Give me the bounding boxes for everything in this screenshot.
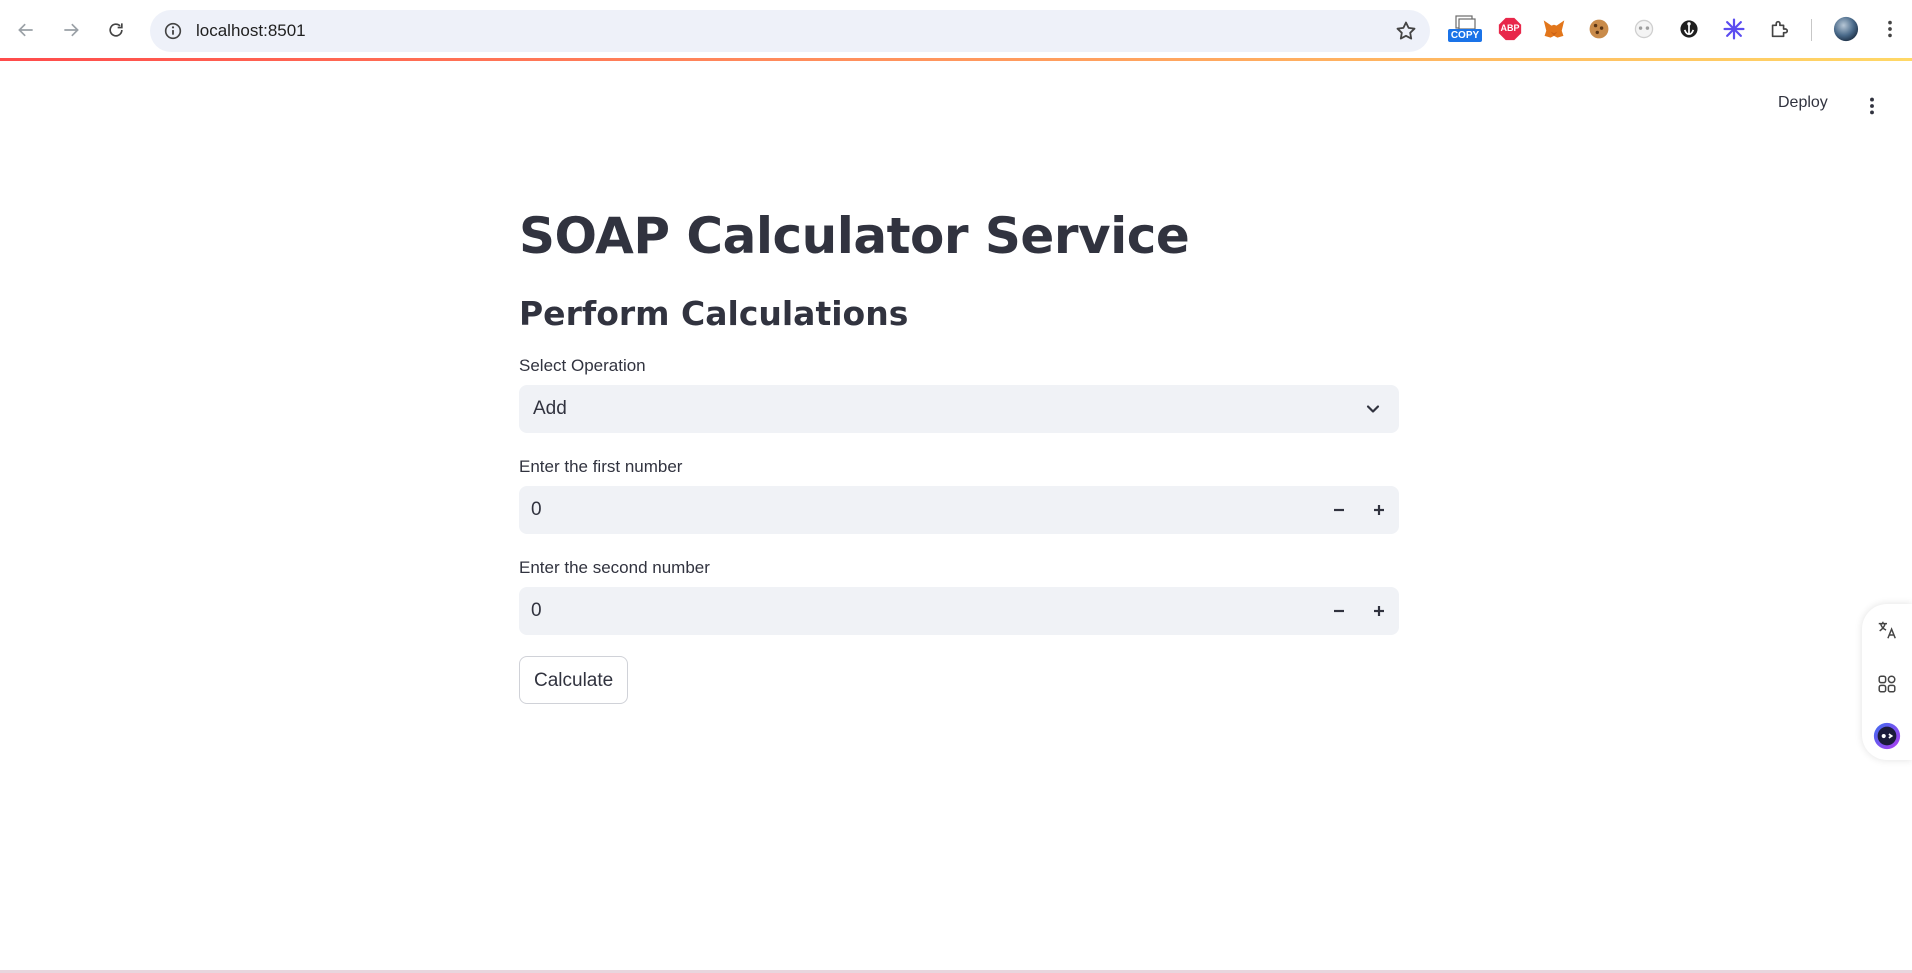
apps-button[interactable] (1871, 668, 1903, 700)
toolbar-divider (1811, 19, 1812, 41)
panda-extension[interactable] (1630, 15, 1658, 43)
first-number-increment-button[interactable] (1359, 486, 1399, 534)
kebab-menu-icon (1888, 20, 1892, 38)
section-heading: Perform Calculations (519, 294, 909, 333)
grid-icon (1878, 675, 1896, 693)
back-button[interactable] (8, 12, 44, 48)
page-title: SOAP Calculator Service (519, 207, 1190, 265)
first-number-label: Enter the first number (519, 456, 683, 476)
plus-icon (1374, 605, 1384, 616)
anchor-icon (1680, 20, 1698, 38)
app-menu-button[interactable] (1860, 92, 1884, 120)
sparkle-icon (1723, 18, 1745, 40)
sparkle-extension[interactable] (1720, 15, 1748, 43)
url-text[interactable]: localhost:8501 (196, 21, 306, 41)
reload-button[interactable] (98, 12, 134, 48)
operation-select-value: Add (533, 397, 567, 419)
first-number-input[interactable]: 0 (519, 485, 1399, 534)
adblock-extension[interactable]: ABP (1496, 15, 1524, 43)
chevron-down-icon (1366, 405, 1380, 413)
address-bar[interactable]: localhost:8501 (150, 10, 1430, 52)
forward-button[interactable] (53, 12, 89, 48)
adblock-extension-label: ABP (1500, 23, 1520, 33)
kebab-menu-icon (1870, 97, 1874, 115)
minus-icon (1334, 609, 1344, 612)
copy-extension-label: COPY (1450, 30, 1480, 41)
plus-icon (1374, 504, 1384, 515)
app-decoration-bar (0, 58, 1912, 61)
browser-toolbar: localhost:8501 COPY ABP (0, 0, 1912, 58)
second-number-label: Enter the second number (519, 557, 710, 577)
second-number-value[interactable]: 0 (531, 600, 542, 622)
back-arrow-icon (18, 23, 33, 37)
site-info-icon[interactable] (162, 20, 184, 42)
profile-avatar[interactable] (1832, 15, 1860, 43)
operation-select[interactable]: Add (519, 384, 1399, 433)
cookie-extension[interactable] (1585, 15, 1613, 43)
forward-arrow-icon (64, 23, 79, 37)
puzzle-icon (1771, 20, 1789, 38)
first-number-decrement-button[interactable] (1319, 486, 1359, 534)
translate-icon (1878, 621, 1896, 639)
assistant-bot-icon (1873, 722, 1901, 750)
metamask-extension[interactable] (1540, 15, 1568, 43)
minus-icon (1334, 508, 1344, 511)
calculate-button[interactable]: Calculate (519, 655, 629, 704)
side-floating-toolbar (1862, 604, 1912, 760)
extensions-menu[interactable] (1765, 15, 1793, 43)
main-container: SOAP Calculator Service Perform Calculat… (519, 190, 1399, 704)
cookie-icon (1589, 19, 1609, 39)
bookmark-star-icon[interactable] (1394, 19, 1418, 43)
browser-menu-button[interactable] (1878, 15, 1902, 43)
copy-extension[interactable]: COPY (1448, 15, 1482, 43)
first-number-value[interactable]: 0 (531, 499, 542, 521)
second-number-decrement-button[interactable] (1319, 587, 1359, 635)
anchor-extension[interactable] (1675, 15, 1703, 43)
deploy-button[interactable]: Deploy (1770, 92, 1836, 124)
translate-button[interactable] (1871, 614, 1903, 646)
second-number-increment-button[interactable] (1359, 587, 1399, 635)
assistant-button[interactable] (1871, 720, 1903, 752)
reload-icon (109, 23, 123, 37)
panda-icon (1634, 19, 1654, 39)
operation-label: Select Operation (519, 355, 646, 375)
metamask-icon (1543, 20, 1565, 38)
second-number-input[interactable]: 0 (519, 586, 1399, 635)
avatar-icon (1833, 16, 1859, 42)
